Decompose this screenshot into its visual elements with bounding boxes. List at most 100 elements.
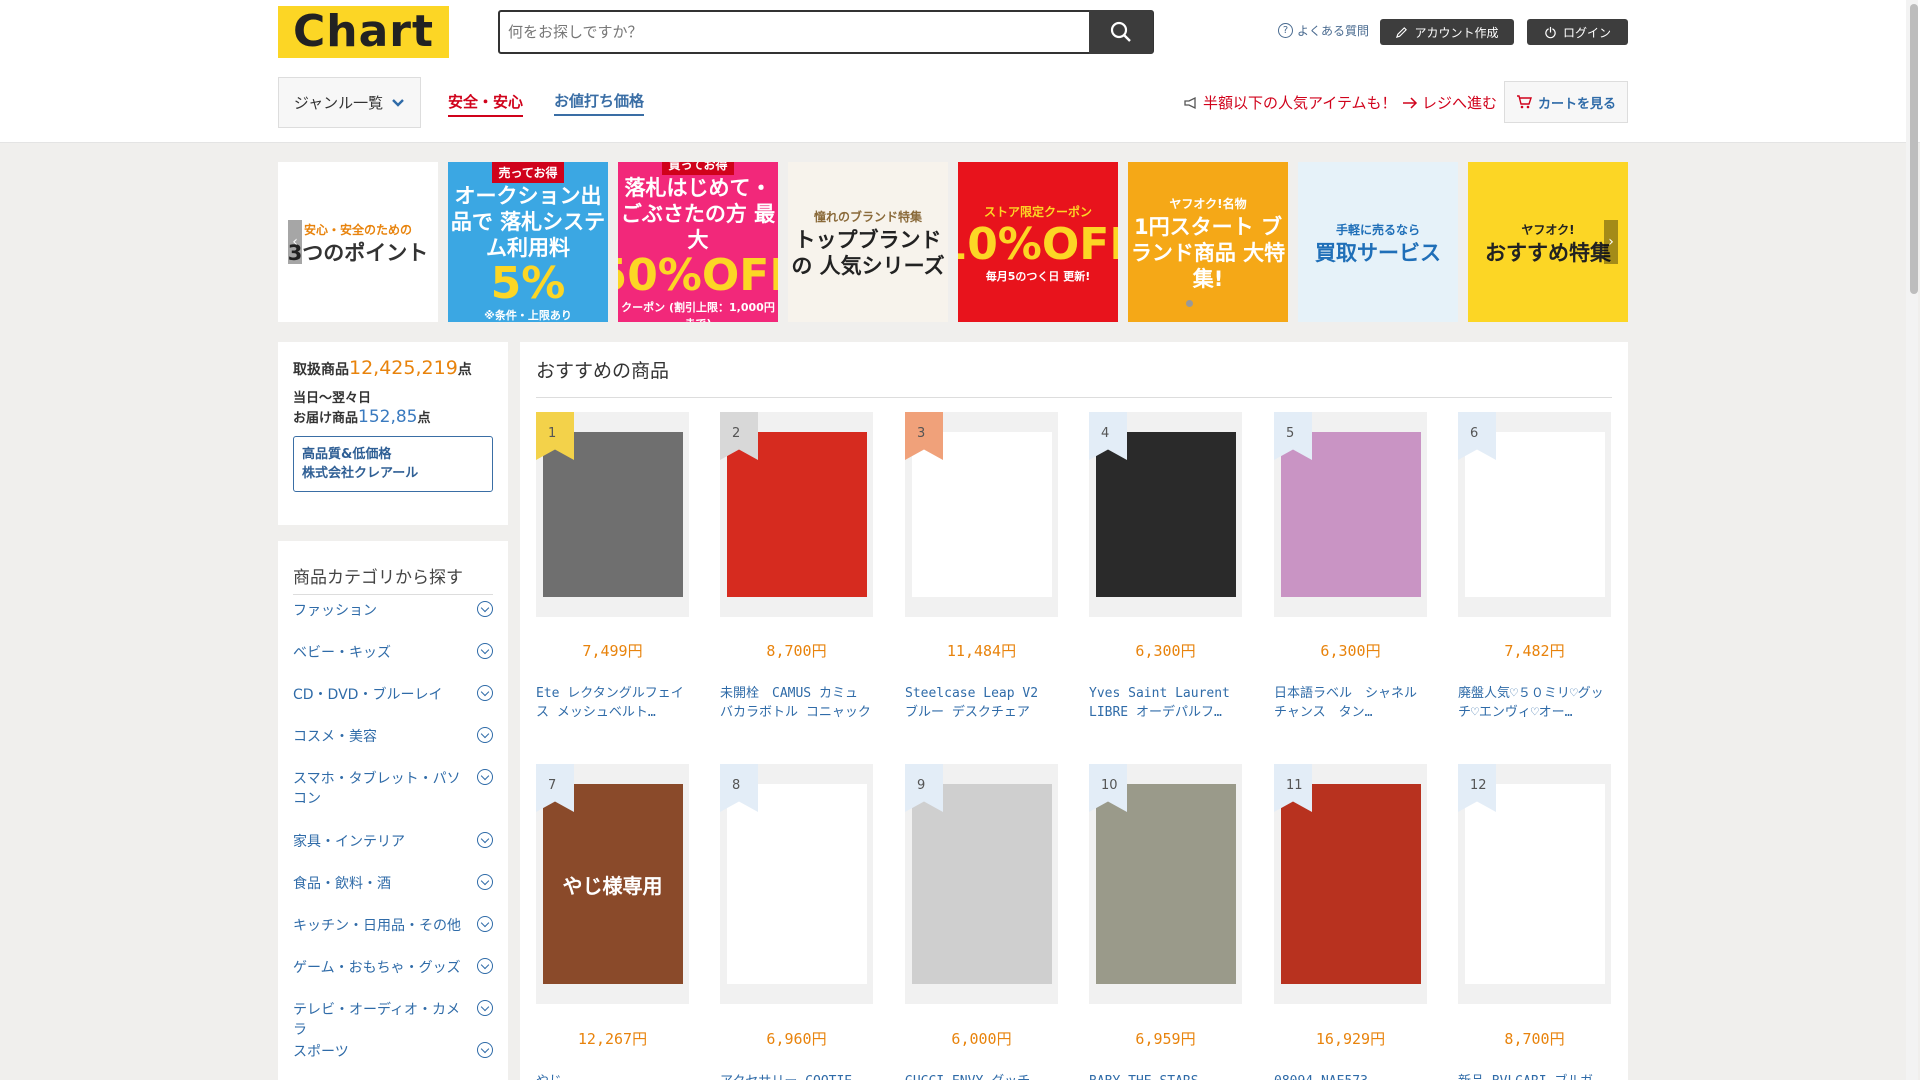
nav-safe-link[interactable]: 安全・安心 <box>448 91 524 117</box>
chevron-down-icon[interactable] <box>477 601 493 617</box>
product-name[interactable]: 08094 NAE573 NAE571… <box>1274 1072 1427 1080</box>
product-card[interactable]: 2 <box>720 412 873 617</box>
question-icon: ? <box>1278 23 1293 38</box>
product-name[interactable]: Ete レクタングルフェイス メッシュベルト… <box>536 684 689 722</box>
product-photo <box>911 784 1052 984</box>
genre-menu-button[interactable]: ジャンル一覧 <box>278 77 421 128</box>
chevron-down-icon[interactable] <box>477 832 493 848</box>
product-card[interactable]: やじ様専用 7 <box>536 764 689 1004</box>
banner[interactable]: ヤフオク!名物 1円スタート ブランド商品 大特集! <box>1128 162 1288 322</box>
category-item[interactable]: ゲーム・おもちゃ・グッズ <box>293 958 493 978</box>
category-item[interactable]: 食品・飲料・酒 <box>293 874 493 894</box>
product-card[interactable]: 11 <box>1274 764 1427 1004</box>
product-name[interactable]: 新品 BVLGARI ブルガリ… <box>1458 1072 1611 1080</box>
product-image[interactable]: やじ様専用 7 <box>536 764 689 1004</box>
product-card[interactable]: 1 <box>536 412 689 617</box>
product-photo: やじ様専用 <box>542 784 683 984</box>
category-label: スポーツ <box>293 1044 349 1060</box>
chevron-down-icon[interactable] <box>477 916 493 932</box>
recommended-section: おすすめの商品 1 7,499円 Ete レクタングルフェイス メッシュベルト… 2 8… <box>520 342 1628 1080</box>
product-card[interactable]: 9 <box>905 764 1058 1004</box>
category-item[interactable]: スポーツ <box>293 1042 493 1062</box>
product-image[interactable]: 10 <box>1089 764 1242 1004</box>
category-item[interactable]: ベビー・キッズ <box>293 643 493 663</box>
product-name[interactable]: 廃盤人気♡５０ミリ♡グッチ♡エンヴィ♡オー… <box>1458 684 1611 722</box>
banner[interactable]: 買ってお得落札はじめて・ごぶさたの方 最大50%OFFクーポン (割引上限：1,… <box>618 162 778 322</box>
product-image[interactable]: 3 <box>905 412 1058 617</box>
product-card[interactable]: 12 <box>1458 764 1611 1004</box>
category-item[interactable]: テレビ・オーディオ・カメラ <box>293 1000 493 1040</box>
chevron-down-icon[interactable] <box>477 643 493 659</box>
category-item[interactable]: スマホ・タブレット・パソコン <box>293 769 493 809</box>
create-account-button[interactable]: アカウント作成 <box>1380 19 1514 45</box>
product-name[interactable]: 日本語ラベル シャネル チャンス タン… <box>1274 684 1427 722</box>
delivery-line: 当日〜翌々日 お届け商品152,85点 <box>293 389 493 428</box>
product-price: 6,959円 <box>1135 1030 1196 1048</box>
banner[interactable]: 安心・安全のための 3つのポイント <box>278 162 438 322</box>
product-image[interactable]: 9 <box>905 764 1058 1004</box>
chevron-down-icon[interactable] <box>477 727 493 743</box>
banner-title: 買取サービス <box>1315 240 1441 265</box>
product-image[interactable]: 11 <box>1274 764 1427 1004</box>
banner[interactable]: 憧れのブランド特集 トップブランドの 人気シリーズ <box>788 162 948 322</box>
banner-highlight: 5% <box>490 257 566 309</box>
site-logo[interactable]: Chart <box>278 6 449 58</box>
carousel-next-button[interactable]: › <box>1604 220 1618 264</box>
product-name[interactable]: 未開栓 CAMUS カミュ バカラボトル コニャック … <box>720 684 873 722</box>
cart-icon <box>1516 95 1532 109</box>
product-photo <box>1095 784 1236 984</box>
banner[interactable]: 手軽に売るなら 買取サービス <box>1298 162 1458 322</box>
cart-button[interactable]: カートを見る <box>1504 81 1628 123</box>
category-item[interactable]: キッチン・日用品・その他 <box>293 916 493 936</box>
banner[interactable]: ストア限定クーポン10%OFF毎月5のつく日 更新! <box>958 162 1118 322</box>
banner-title: おすすめ特集 <box>1485 240 1611 265</box>
product-name[interactable]: Steelcase Leap V2 ブルー デスクチェア <box>905 684 1058 722</box>
scrollbar-thumb[interactable] <box>1910 4 1918 294</box>
product-image[interactable]: 4 <box>1089 412 1242 617</box>
register-label: レジへ進む <box>1422 94 1498 112</box>
register-link[interactable]: レジへ進む <box>1402 92 1497 113</box>
chevron-down-icon[interactable] <box>477 874 493 890</box>
product-name[interactable]: アクセサリー COOTIE… <box>720 1072 873 1080</box>
category-item[interactable]: CD・DVD・ブルーレイ <box>293 685 493 705</box>
recommended-title: おすすめの商品 <box>536 342 1612 398</box>
login-button[interactable]: ログイン <box>1527 19 1628 45</box>
category-item[interactable]: コスメ・美容 <box>293 727 493 747</box>
faq-link[interactable]: ? よくある質問 <box>1278 22 1369 39</box>
product-image[interactable]: 12 <box>1458 764 1611 1004</box>
category-item[interactable]: ファッション <box>293 601 493 621</box>
promo-link[interactable]: 半額以下の人気アイテムも！ <box>1183 92 1397 113</box>
carousel-prev-button[interactable]: ‹ <box>288 220 302 264</box>
category-label: テレビ・オーディオ・カメラ <box>293 1002 461 1038</box>
product-name[interactable]: やじ… <box>536 1072 689 1080</box>
product-name[interactable]: GUCCI ENVY グッチ エ… <box>905 1072 1058 1080</box>
nav-deal-link[interactable]: お値打ち価格 <box>554 90 645 116</box>
product-name[interactable]: BABY THE STARS SHINE… <box>1089 1072 1242 1080</box>
product-image[interactable]: 2 <box>720 412 873 617</box>
chevron-down-icon[interactable] <box>477 1042 493 1058</box>
chevron-down-icon[interactable] <box>477 685 493 701</box>
product-card[interactable]: 4 <box>1089 412 1242 617</box>
category-label: ファッション <box>293 603 377 619</box>
shop-name-box[interactable]: 高品質&低価格 株式会社クレアール <box>293 436 493 492</box>
product-card[interactable]: 6 <box>1458 412 1611 617</box>
product-card[interactable]: 8 <box>720 764 873 1004</box>
product-image[interactable]: 8 <box>720 764 873 1004</box>
chevron-down-icon[interactable] <box>477 769 493 785</box>
product-image[interactable]: 6 <box>1458 412 1611 617</box>
product-image[interactable]: 1 <box>536 412 689 617</box>
chevron-down-icon[interactable] <box>477 958 493 974</box>
product-image[interactable]: 5 <box>1274 412 1427 617</box>
search-button[interactable] <box>1089 10 1153 54</box>
banner[interactable]: 売ってお得 オークション出品で 落札システム利用料 5% ※条件・上限あり <box>448 162 608 322</box>
product-card[interactable]: 5 <box>1274 412 1427 617</box>
banner-footnote: ※条件・上限あり <box>484 308 572 322</box>
product-card[interactable]: 10 <box>1089 764 1242 1004</box>
carousel-dot[interactable] <box>1186 300 1193 307</box>
search-icon <box>1110 21 1131 42</box>
chevron-down-icon[interactable] <box>477 1000 493 1016</box>
category-item[interactable]: 家具・インテリア <box>293 832 493 852</box>
search-input[interactable] <box>508 12 1088 52</box>
product-card[interactable]: 3 <box>905 412 1058 617</box>
product-name[interactable]: Yves Saint Laurent LIBRE オーデパルフ… <box>1089 684 1242 722</box>
